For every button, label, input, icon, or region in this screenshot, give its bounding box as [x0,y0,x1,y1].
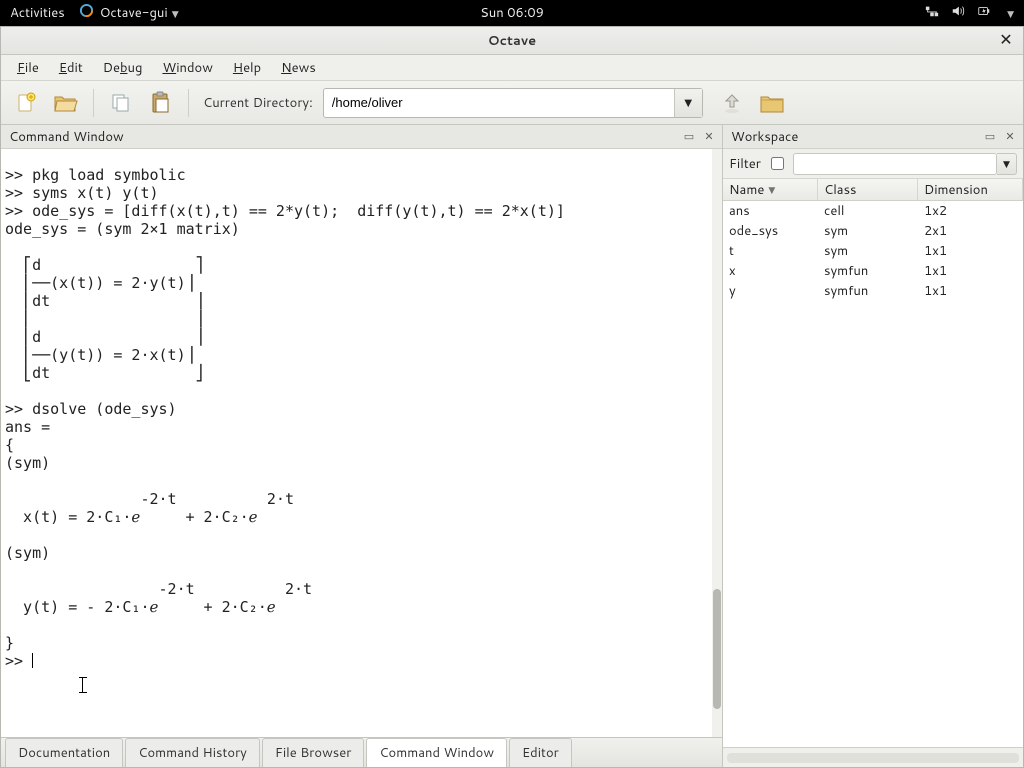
cell-class: sym [818,221,918,241]
gnome-activities[interactable]: Activities [10,4,65,22]
paste-button[interactable] [144,86,178,120]
header-class[interactable]: Class [818,179,918,200]
menu-edit[interactable]: Edit [49,55,93,80]
dir-up-button[interactable] [715,86,749,120]
menubar: File Edit Debug Window Help News [1,55,1023,81]
gnome-clock[interactable]: Sun 06:09 [480,4,544,22]
cell-class: sym [818,241,918,261]
chevron-down-icon: ▼ [172,7,179,20]
header-name[interactable]: Name▼ [723,179,818,200]
pane-title-text: Workspace [731,128,798,146]
cell-name: t [723,241,818,261]
new-script-button[interactable] [9,86,43,120]
bottom-tabs: DocumentationCommand HistoryFile Browser… [1,737,722,767]
horizontal-scrollbar[interactable] [727,753,1019,763]
workspace-row[interactable]: xsymfun1x1 [723,261,1023,281]
main-toolbar: Current Directory: ▼ [1,81,1023,125]
gnome-app-name: Octave-gui [100,4,168,22]
menu-file[interactable]: File [7,55,49,80]
filter-dropdown[interactable]: ▼ [997,153,1017,175]
cell-name: x [723,261,818,281]
toolbar-separator [93,89,94,117]
menu-window[interactable]: Window [152,55,222,80]
command-window-pane: Command Window ▭ ✕ >> pkg load symbolic … [1,125,723,767]
window-close-button[interactable]: ✕ [997,31,1015,49]
tab-file-browser[interactable]: File Browser [262,738,364,767]
pane-close-button[interactable]: ✕ [1003,128,1017,142]
cell-class: cell [818,201,918,221]
workspace-row[interactable]: ode_syssym2x1 [723,221,1023,241]
workspace-status-bar [723,747,1023,767]
workspace-pane: Workspace ▭ ✕ Filter ▼ Name▼ Class Dimen… [723,125,1023,767]
header-dimension[interactable]: Dimension [918,179,1023,200]
chevron-down-icon: ▼ [1003,157,1010,170]
pane-close-button[interactable]: ✕ [702,128,716,142]
cell-name: ans [723,201,818,221]
current-directory-dropdown[interactable]: ▼ [674,89,702,117]
window-titlebar[interactable]: Octave ✕ [1,27,1023,55]
dock-area: Command Window ▭ ✕ >> pkg load symbolic … [1,125,1023,767]
cell-name: ode_sys [723,221,818,241]
chevron-down-icon[interactable]: ▼ [1007,7,1014,20]
current-directory-label: Current Directory: [203,94,313,112]
cell-dim: 2x1 [918,221,1023,241]
workspace-row[interactable]: ysymfun1x1 [723,281,1023,301]
cell-dim: 1x1 [918,261,1023,281]
cell-dim: 1x2 [918,201,1023,221]
workspace-row[interactable]: anscell1x2 [723,201,1023,221]
sort-indicator-icon: ▼ [768,183,775,196]
pane-undock-button[interactable]: ▭ [983,128,997,142]
filter-input[interactable] [793,153,997,175]
filter-checkbox[interactable] [771,157,784,170]
window-title: Octave [488,32,536,50]
tab-command-window[interactable]: Command Window [366,738,507,767]
pane-title-text: Command Window [9,128,124,146]
menu-help[interactable]: Help [223,55,271,80]
current-directory-combo[interactable]: ▼ [323,88,703,118]
workspace-row[interactable]: tsym1x1 [723,241,1023,261]
gnome-system-tray[interactable]: ▼ [925,4,1014,23]
tab-command-history[interactable]: Command History [125,738,260,767]
filter-label: Filter [729,155,761,173]
current-directory-input[interactable] [324,89,674,117]
cell-dim: 1x1 [918,281,1023,301]
copy-button[interactable] [104,86,138,120]
network-icon[interactable] [925,4,939,23]
command-window-titlebar[interactable]: Command Window ▭ ✕ [1,125,722,149]
pane-undock-button[interactable]: ▭ [682,128,696,142]
workspace-filter-bar: Filter ▼ [723,149,1023,179]
octave-logo-icon [79,3,94,23]
tab-editor[interactable]: Editor [509,738,572,767]
scrollbar-thumb[interactable] [727,753,990,763]
cell-class: symfun [818,261,918,281]
octave-window: Octave ✕ File Edit Debug Window Help New… [0,26,1024,768]
scrollbar-thumb[interactable] [713,589,721,709]
command-window-output[interactable]: >> pkg load symbolic >> syms x(t) y(t) >… [1,164,712,722]
open-file-button[interactable] [49,86,83,120]
browse-dir-button[interactable] [755,86,789,120]
workspace-titlebar[interactable]: Workspace ▭ ✕ [723,125,1023,149]
battery-icon[interactable] [977,4,991,23]
volume-icon[interactable] [951,4,965,23]
tab-documentation[interactable]: Documentation [5,738,123,767]
cell-dim: 1x1 [918,241,1023,261]
chevron-down-icon: ▼ [684,96,692,110]
menu-news[interactable]: News [271,55,326,80]
cell-name: y [723,281,818,301]
workspace-table[interactable]: Name▼ Class Dimension anscell1x2ode_syss… [723,179,1023,747]
command-window-viewport[interactable]: >> pkg load symbolic >> syms x(t) y(t) >… [1,149,722,737]
cell-class: symfun [818,281,918,301]
workspace-header: Name▼ Class Dimension [723,179,1023,201]
vertical-scrollbar[interactable] [712,149,722,737]
gnome-top-bar: Activities Octave-gui ▼ Sun 06:09 ▼ [0,0,1024,26]
gnome-app-menu[interactable]: Octave-gui ▼ [79,3,179,23]
toolbar-separator [188,89,189,117]
menu-debug[interactable]: Debug [93,55,153,80]
